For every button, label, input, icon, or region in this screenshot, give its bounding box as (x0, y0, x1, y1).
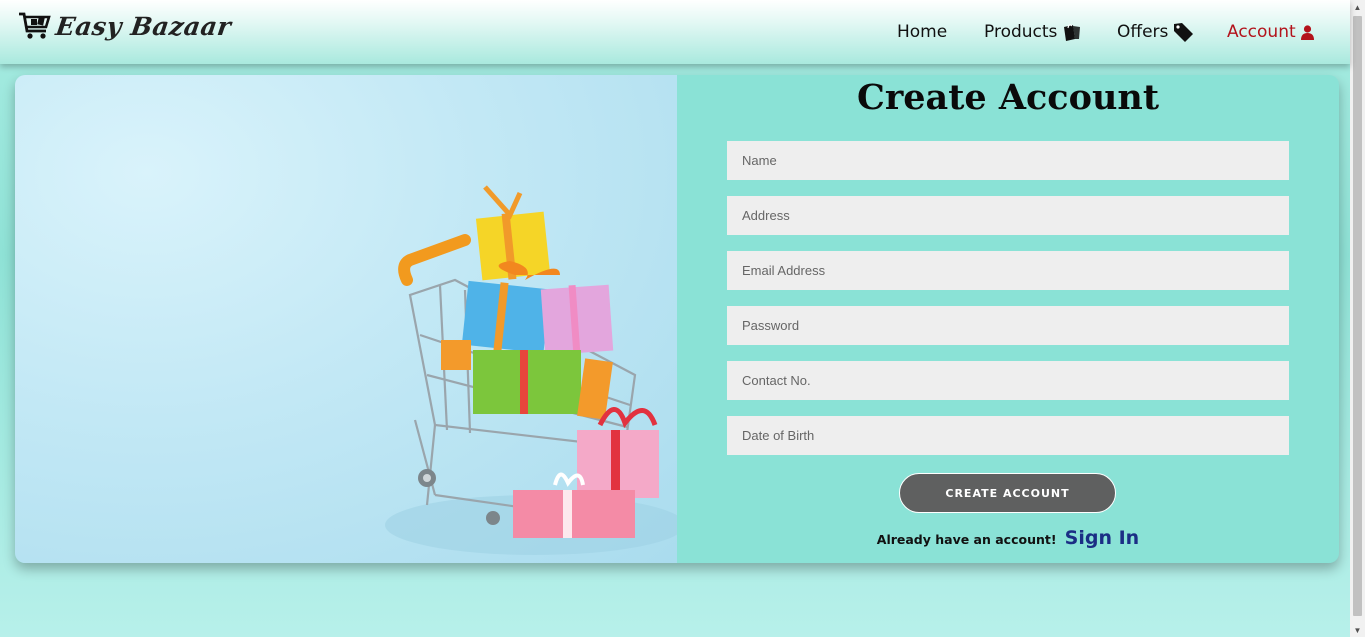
date-of-birth-field[interactable] (727, 416, 1289, 455)
nav-account[interactable]: Account (1227, 19, 1314, 45)
name-field[interactable] (727, 141, 1289, 180)
password-field[interactable] (727, 306, 1289, 345)
main-nav: Home Products Offers Account (0, 19, 1350, 45)
nav-offers[interactable]: Offers (1117, 19, 1195, 45)
shopping-bag-icon (1062, 23, 1082, 41)
signup-card: Create Account CREATE ACCOUNT Already ha… (15, 75, 1339, 563)
scroll-thumb[interactable] (1353, 16, 1362, 616)
nav-offers-label: Offers (1117, 22, 1169, 42)
hero-image (15, 75, 677, 563)
scroll-down-arrow-icon[interactable]: ▼ (1350, 623, 1365, 637)
nav-products-label: Products (984, 22, 1058, 42)
tag-icon (1173, 22, 1195, 42)
contact-field[interactable] (727, 361, 1289, 400)
email-field[interactable] (727, 251, 1289, 290)
vertical-scrollbar[interactable]: ▲ ▼ (1350, 0, 1365, 637)
signup-form: Create Account CREATE ACCOUNT Already ha… (677, 75, 1339, 563)
cart-gifts-illustration (385, 185, 677, 555)
nav-home-label: Home (897, 22, 948, 42)
signin-link[interactable]: Sign In (1065, 527, 1140, 549)
form-title: Create Account (856, 77, 1160, 118)
nav-home[interactable]: Home (897, 19, 947, 45)
user-icon (1300, 24, 1314, 40)
create-account-button[interactable]: CREATE ACCOUNT (899, 473, 1116, 513)
scroll-up-arrow-icon[interactable]: ▲ (1350, 0, 1365, 14)
nav-account-label: Account (1227, 22, 1296, 42)
nav-products[interactable]: Products (984, 19, 1082, 45)
signin-prompt: Already have an account! (876, 532, 1057, 547)
signin-row: Already have an account! Sign In (677, 527, 1339, 549)
site-header: Easy Bazaar Home Products Offers Account (0, 0, 1350, 64)
address-field[interactable] (727, 196, 1289, 235)
